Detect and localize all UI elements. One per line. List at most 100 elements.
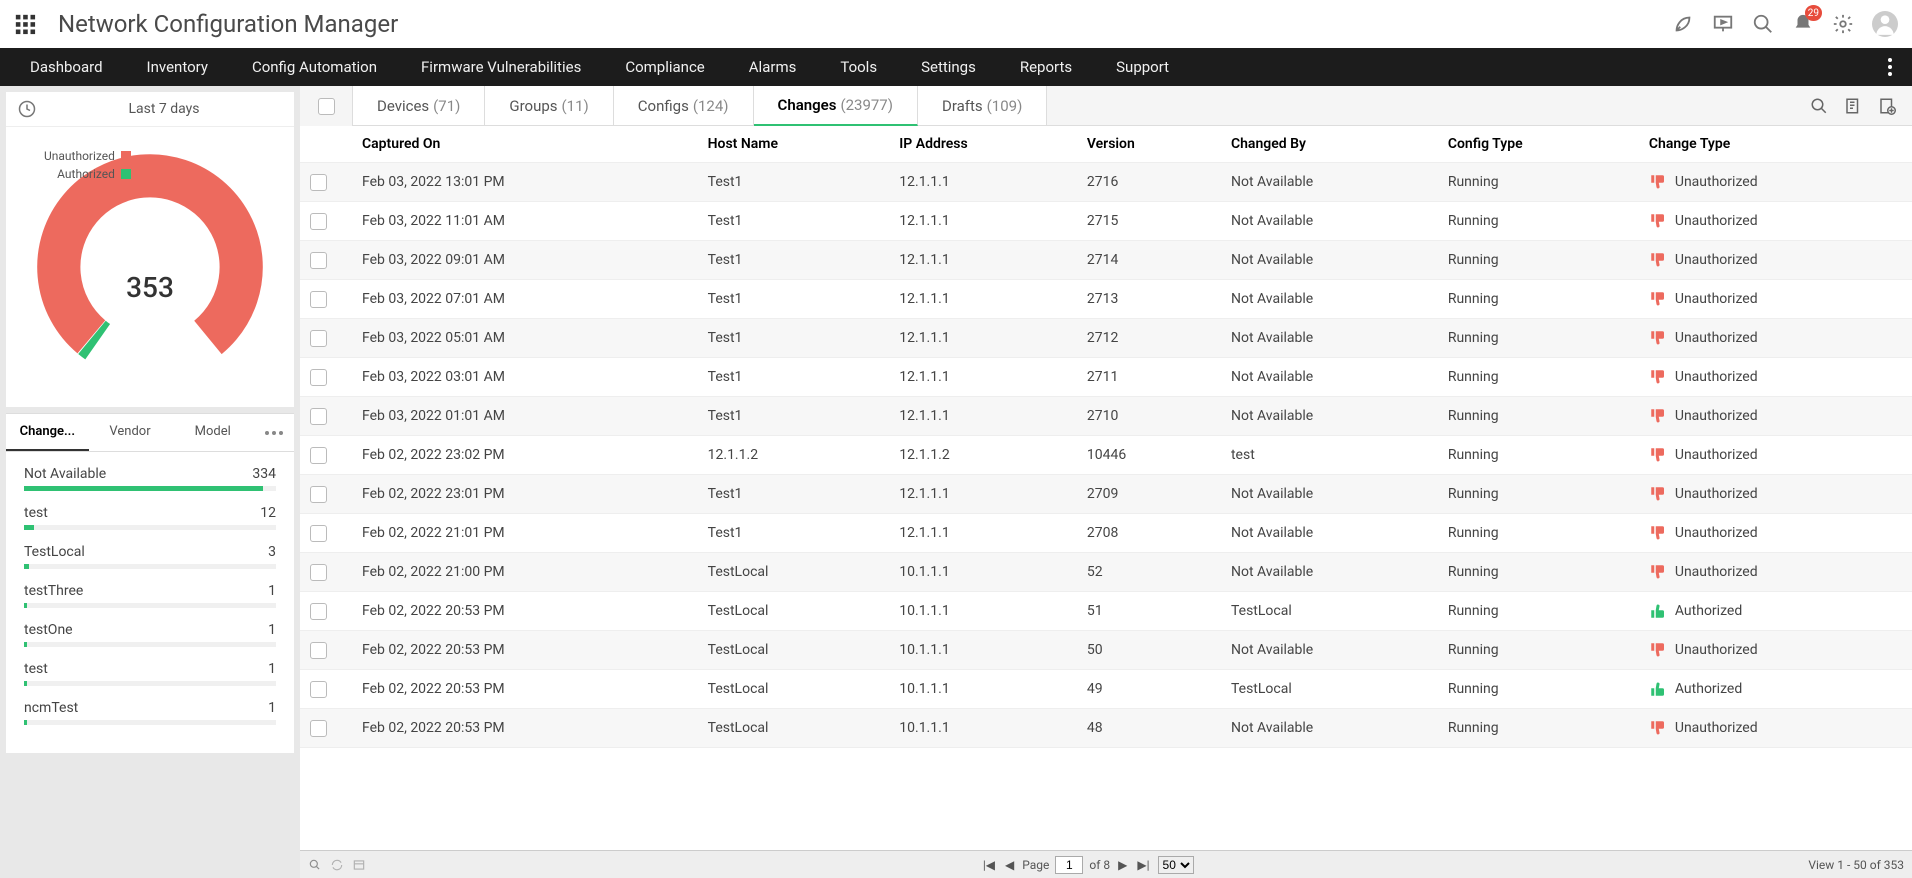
table-row[interactable]: Feb 03, 2022 13:01 PMTest112.1.1.12716No… — [300, 163, 1912, 202]
select-all-checkbox[interactable] — [318, 98, 335, 115]
table-row[interactable]: Feb 02, 2022 21:01 PMTest112.1.1.12708No… — [300, 514, 1912, 553]
row-checkbox[interactable] — [310, 252, 327, 269]
tab-more-icon[interactable] — [254, 414, 294, 451]
menu-config-automation[interactable]: Config Automation — [230, 48, 399, 86]
tab-change[interactable]: Change... — [6, 414, 89, 451]
export-icon[interactable] — [1844, 97, 1862, 115]
subtab-devices[interactable]: Devices (71) — [352, 86, 485, 126]
row-checkbox[interactable] — [310, 486, 327, 503]
bar-name: testOne — [24, 622, 73, 638]
col-ip-address[interactable]: IP Address — [889, 126, 1077, 163]
cell-version: 48 — [1077, 709, 1221, 748]
table-row[interactable]: Feb 02, 2022 23:02 PM12.1.1.212.1.1.2104… — [300, 436, 1912, 475]
row-checkbox[interactable] — [310, 408, 327, 425]
cell-captured: Feb 03, 2022 03:01 AM — [352, 358, 698, 397]
row-checkbox[interactable] — [310, 642, 327, 659]
menu-inventory[interactable]: Inventory — [125, 48, 230, 86]
row-checkbox[interactable] — [310, 174, 327, 191]
bar-item[interactable]: test12 — [24, 505, 276, 530]
row-checkbox[interactable] — [310, 213, 327, 230]
table-row[interactable]: Feb 02, 2022 23:01 PMTest112.1.1.12709No… — [300, 475, 1912, 514]
tab-vendor[interactable]: Vendor — [89, 414, 172, 451]
subtab-groups[interactable]: Groups (11) — [485, 86, 613, 126]
pager-size-select[interactable]: 50 — [1158, 856, 1194, 874]
row-checkbox[interactable] — [310, 720, 327, 737]
table-scroll[interactable]: Captured OnHost NameIP AddressVersionCha… — [300, 126, 1912, 850]
cell-ip: 10.1.1.1 — [889, 709, 1077, 748]
table-row[interactable]: Feb 02, 2022 20:53 PMTestLocal10.1.1.148… — [300, 709, 1912, 748]
row-checkbox[interactable] — [310, 447, 327, 464]
right-pane: Devices (71)Groups (11)Configs (124)Chan… — [300, 86, 1912, 878]
menu-dashboard[interactable]: Dashboard — [8, 48, 125, 86]
pager-page-input[interactable] — [1055, 856, 1083, 874]
menu-support[interactable]: Support — [1094, 48, 1191, 86]
col-change-type[interactable]: Change Type — [1639, 126, 1912, 163]
pager-refresh-icon[interactable] — [330, 858, 344, 872]
row-checkbox[interactable] — [310, 603, 327, 620]
rocket-icon[interactable] — [1672, 13, 1694, 35]
bar-item[interactable]: test1 — [24, 661, 276, 686]
menubar: DashboardInventoryConfig AutomationFirmw… — [0, 48, 1912, 86]
clock-icon — [18, 100, 36, 118]
subtab-configs[interactable]: Configs (124) — [614, 86, 754, 126]
add-report-icon[interactable] — [1878, 97, 1896, 115]
bell-icon[interactable]: 29 — [1792, 13, 1814, 35]
subtab-changes[interactable]: Changes (23977) — [754, 86, 918, 126]
subtab-drafts[interactable]: Drafts (109) — [918, 86, 1047, 126]
menu-firmware-vulnerabilities[interactable]: Firmware Vulnerabilities — [399, 48, 603, 86]
bar-item[interactable]: TestLocal3 — [24, 544, 276, 569]
menu-reports[interactable]: Reports — [998, 48, 1094, 86]
search-icon[interactable] — [1752, 13, 1774, 35]
col-host-name[interactable]: Host Name — [698, 126, 890, 163]
row-checkbox[interactable] — [310, 564, 327, 581]
pager-prev[interactable]: ◀ — [1003, 858, 1016, 872]
cell-version: 2714 — [1077, 241, 1221, 280]
row-checkbox[interactable] — [310, 369, 327, 386]
thumbs-down-icon — [1649, 719, 1667, 737]
bar-item[interactable]: testThree1 — [24, 583, 276, 608]
table-row[interactable]: Feb 02, 2022 20:53 PMTestLocal10.1.1.150… — [300, 631, 1912, 670]
pager-last[interactable]: ▶| — [1135, 858, 1151, 872]
table-row[interactable]: Feb 02, 2022 21:00 PMTestLocal10.1.1.152… — [300, 553, 1912, 592]
row-checkbox[interactable] — [310, 291, 327, 308]
bar-item[interactable]: Not Available334 — [24, 466, 276, 491]
user-avatar[interactable] — [1872, 11, 1898, 37]
time-filter[interactable]: Last 7 days — [6, 92, 294, 127]
table-row[interactable]: Feb 02, 2022 20:53 PMTestLocal10.1.1.149… — [300, 670, 1912, 709]
menu-more-icon[interactable] — [1876, 58, 1904, 76]
table-row[interactable]: Feb 03, 2022 09:01 AMTest112.1.1.12714No… — [300, 241, 1912, 280]
row-checkbox[interactable] — [310, 525, 327, 542]
pager-first[interactable]: |◀ — [981, 858, 997, 872]
apps-grid-icon[interactable] — [14, 13, 36, 35]
cell-changed-by: Not Available — [1221, 397, 1438, 436]
cell-host: Test1 — [698, 202, 890, 241]
table-row[interactable]: Feb 03, 2022 01:01 AMTest112.1.1.12710No… — [300, 397, 1912, 436]
row-checkbox[interactable] — [310, 330, 327, 347]
menu-alarms[interactable]: Alarms — [727, 48, 819, 86]
col-captured-on[interactable]: Captured On — [352, 126, 698, 163]
table-search-icon[interactable] — [1810, 97, 1828, 115]
bar-item[interactable]: ncmTest1 — [24, 700, 276, 725]
col-config-type[interactable]: Config Type — [1438, 126, 1639, 163]
menu-compliance[interactable]: Compliance — [603, 48, 726, 86]
pager-next[interactable]: ▶ — [1116, 858, 1129, 872]
table-row[interactable]: Feb 03, 2022 05:01 AMTest112.1.1.12712No… — [300, 319, 1912, 358]
menu-settings[interactable]: Settings — [899, 48, 998, 86]
tab-model[interactable]: Model — [171, 414, 254, 451]
table-row[interactable]: Feb 03, 2022 07:01 AMTest112.1.1.12713No… — [300, 280, 1912, 319]
cell-changed-by: Not Available — [1221, 514, 1438, 553]
pager-columns-icon[interactable] — [352, 858, 366, 872]
table-row[interactable]: Feb 03, 2022 03:01 AMTest112.1.1.12711No… — [300, 358, 1912, 397]
cell-change-type: Unauthorized — [1639, 514, 1912, 553]
notification-badge: 29 — [1805, 5, 1822, 21]
table-row[interactable]: Feb 03, 2022 11:01 AMTest112.1.1.12715No… — [300, 202, 1912, 241]
gear-icon[interactable] — [1832, 13, 1854, 35]
col-version[interactable]: Version — [1077, 126, 1221, 163]
menu-tools[interactable]: Tools — [818, 48, 899, 86]
bar-item[interactable]: testOne1 — [24, 622, 276, 647]
presentation-icon[interactable] — [1712, 13, 1734, 35]
row-checkbox[interactable] — [310, 681, 327, 698]
pager-search-icon[interactable] — [308, 858, 322, 872]
table-row[interactable]: Feb 02, 2022 20:53 PMTestLocal10.1.1.151… — [300, 592, 1912, 631]
col-changed-by[interactable]: Changed By — [1221, 126, 1438, 163]
